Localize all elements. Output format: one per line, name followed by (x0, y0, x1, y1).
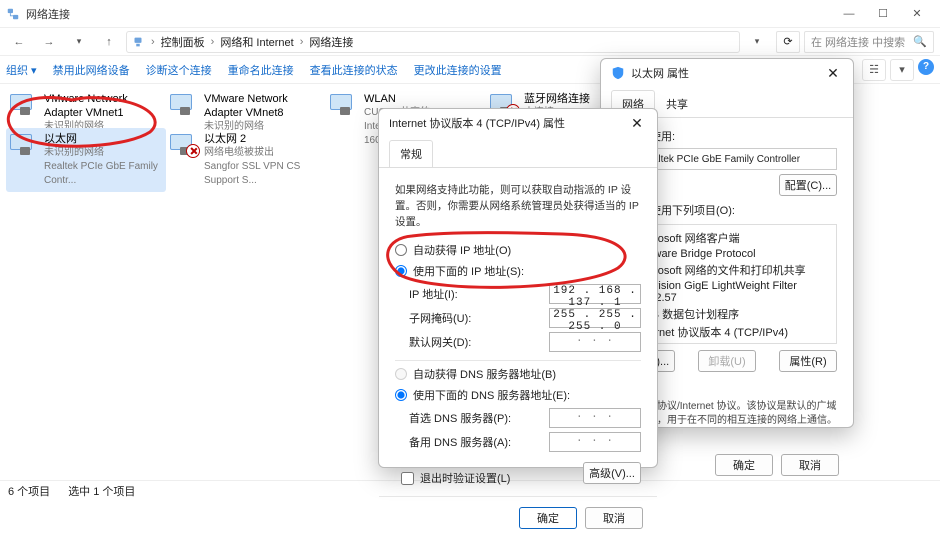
dns2-input[interactable]: . . . (549, 432, 641, 452)
breadcrumb[interactable]: ›控制面板 ›网络和 Internet ›网络连接 (126, 31, 740, 53)
close-icon[interactable]: ✕ (627, 113, 647, 133)
radio-auto-ip[interactable]: 自动获得 IP 地址(O) (395, 242, 641, 258)
maximize-button[interactable]: ☐ (866, 1, 900, 27)
network-icon (6, 7, 20, 21)
subnet-mask-input[interactable]: 255 . 255 . 255 . 0 (549, 308, 641, 328)
radio-use-ip[interactable]: 使用下面的 IP 地址(S): (395, 263, 641, 279)
search-input[interactable]: 在 网络连接 中搜索 🔍 (804, 31, 934, 53)
window-titlebar: 网络连接 — ☐ ✕ (0, 0, 940, 28)
menu-status[interactable]: 查看此连接的状态 (310, 62, 398, 78)
forward-button[interactable]: → (36, 30, 62, 54)
unplugged-icon (186, 144, 200, 158)
up-button[interactable]: ↑ (96, 30, 122, 54)
network-icon (131, 35, 145, 49)
close-button[interactable]: ✕ (900, 1, 934, 27)
view-icons-button[interactable]: ☵ (862, 59, 886, 81)
menu-organize[interactable]: 组织 ▾ (6, 62, 37, 78)
menu-rename[interactable]: 重命名此连接 (228, 62, 294, 78)
properties-button[interactable]: 属性(R) (779, 350, 837, 372)
close-icon[interactable]: ✕ (823, 63, 843, 83)
configure-button[interactable]: 配置(C)... (779, 174, 837, 196)
advanced-button[interactable]: 高级(V)... (583, 462, 641, 484)
selected-count: 选中 1 个项目 (68, 483, 135, 499)
radio-use-dns[interactable]: 使用下面的 DNS 服务器地址(E): (395, 387, 641, 403)
uninstall-button[interactable]: 卸载(U) (698, 350, 756, 372)
refresh-button[interactable]: ⟳ (776, 31, 800, 53)
tab-sharing[interactable]: 共享 (655, 90, 699, 117)
adapter-ethernet2[interactable]: 以太网 2网络电缆被拔出Sangfor SSL VPN CS Support S… (166, 128, 326, 192)
device-name: Realtek PCIe GbE Family Controller (640, 154, 800, 165)
back-button[interactable]: ← (6, 30, 32, 54)
explain-text: 如果网络支持此功能，则可以获取自动指派的 IP 设置。否则，你需要从网络系统管理… (395, 182, 641, 230)
address-chevron[interactable]: ▾ (744, 30, 770, 54)
dialog-title: Internet 协议版本 4 (TCP/IPv4) 属性 ✕ (379, 109, 657, 137)
window-title: 网络连接 (26, 6, 832, 22)
cancel-button[interactable]: 取消 (585, 507, 643, 529)
tab-general[interactable]: 常规 (389, 140, 433, 167)
search-icon: 🔍 (913, 35, 927, 48)
menu-settings[interactable]: 更改此连接的设置 (414, 62, 502, 78)
ok-button[interactable]: 确定 (715, 454, 773, 476)
address-bar: ← → ▾ ↑ ›控制面板 ›网络和 Internet ›网络连接 ▾ ⟳ 在 … (0, 28, 940, 56)
menu-diagnose[interactable]: 诊断这个连接 (146, 62, 212, 78)
radio-auto-dns: 自动获得 DNS 服务器地址(B) (395, 366, 641, 382)
shield-icon (611, 66, 625, 80)
help-button[interactable]: ? (918, 59, 934, 75)
menu-disable[interactable]: 禁用此网络设备 (53, 62, 130, 78)
dialog-title: 以太网 属性 ✕ (601, 59, 853, 87)
cancel-button[interactable]: 取消 (781, 454, 839, 476)
view-list-button[interactable]: ▾ (890, 59, 914, 81)
gateway-input[interactable]: . . . (549, 332, 641, 352)
item-count: 6 个项目 (8, 483, 50, 499)
nav-chevron[interactable]: ▾ (66, 30, 92, 54)
dns1-input[interactable]: . . . (549, 408, 641, 428)
adapter-ethernet-selected[interactable]: 以太网未识别的网络Realtek PCIe GbE Family Contr..… (6, 128, 166, 192)
ok-button[interactable]: 确定 (519, 507, 577, 529)
ip-address-input[interactable]: 192 . 168 . 137 . 1 (549, 284, 641, 304)
validate-on-exit-checkbox[interactable]: 退出时验证设置(L) (401, 470, 510, 486)
minimize-button[interactable]: — (832, 1, 866, 27)
ipv4-properties-dialog: Internet 协议版本 4 (TCP/IPv4) 属性 ✕ 常规 如果网络支… (378, 108, 658, 468)
